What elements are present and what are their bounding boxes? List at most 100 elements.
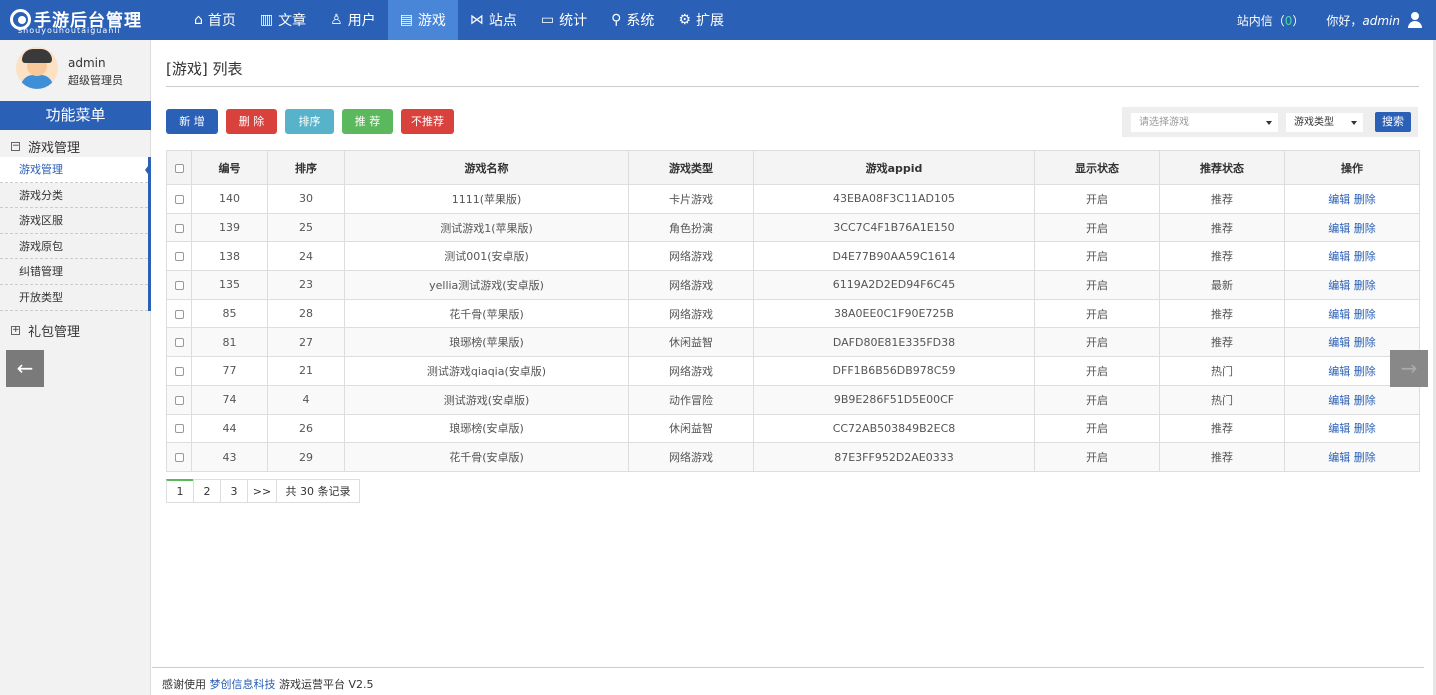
row-checkbox[interactable] — [174, 424, 184, 434]
delete-link[interactable]: 删除 — [1354, 422, 1376, 435]
delete-link[interactable]: 删除 — [1354, 308, 1376, 321]
sort-button[interactable]: 排序 — [285, 109, 334, 134]
title-divider — [166, 86, 1419, 87]
table-row[interactable]: 43 29 花千骨(安卓版) 网络游戏 87E3FF952D2AE0333 开启 推荐 编辑 … — [166, 442, 1420, 472]
column-header[interactable]: 编号 — [191, 150, 268, 185]
page-2-button[interactable]: 2 — [193, 479, 221, 503]
nav-item-4[interactable]: ⋈ 站点 — [458, 0, 529, 40]
column-header[interactable]: 排序 — [267, 150, 345, 185]
page-3-button[interactable]: 3 — [220, 479, 248, 503]
messages-link[interactable]: 站内信（0） — [1237, 12, 1305, 29]
menu-group-header-gifts[interactable]: + 礼包管理 — [0, 319, 151, 341]
add-button[interactable]: 新 增 — [166, 109, 218, 134]
collapse-icon[interactable]: − — [11, 141, 20, 151]
cell-type: 网络游戏 — [628, 270, 754, 300]
edit-link[interactable]: 编辑 — [1328, 451, 1350, 464]
delete-link[interactable]: 删除 — [1354, 336, 1376, 349]
logo[interactable]: 手游后台管理 shouyouhoutaiguanli — [10, 6, 152, 36]
game-select[interactable]: 请选择游戏 — [1131, 113, 1278, 132]
table-row[interactable]: 74 4 测试游戏(安卓版) 动作冒险 9B9E286F51D5E00CF 开启 热门 编辑 … — [166, 384, 1420, 415]
sidebar-sub-item[interactable]: 游戏原包 — [0, 234, 148, 260]
delete-link[interactable]: 删除 — [1354, 250, 1376, 263]
table-row[interactable]: 81 27 琅琊榜(苹果版) 休闲益智 DAFD80E81E335FD38 开启 推荐 编辑 … — [166, 327, 1420, 358]
menu-group-header-games[interactable]: − 游戏管理 — [0, 135, 151, 157]
menu-group-gifts: + 礼包管理 — [0, 319, 151, 341]
sidebar-sub-item[interactable]: 开放类型 — [0, 285, 148, 311]
row-checkbox[interactable] — [174, 338, 184, 348]
edit-link[interactable]: 编辑 — [1328, 250, 1350, 263]
user-profile-icon[interactable] — [1408, 12, 1422, 28]
edit-link[interactable]: 编辑 — [1328, 336, 1350, 349]
delete-link[interactable]: 删除 — [1354, 193, 1376, 206]
nav-item-2[interactable]: ♙ 用户 — [318, 0, 388, 40]
row-checkbox[interactable] — [174, 223, 184, 233]
row-checkbox[interactable] — [174, 252, 184, 262]
column-header[interactable]: 游戏名称 — [344, 150, 629, 185]
nav-item-label: 用户 — [347, 13, 376, 29]
arrow-left-icon[interactable]: ← — [6, 350, 44, 387]
table-row[interactable]: 85 28 花千骨(苹果版) 网络游戏 38A0EE0C1F90E725B 开启 推荐 编辑 … — [166, 298, 1420, 329]
select-all-checkbox[interactable] — [174, 163, 184, 173]
username[interactable]: admin — [1362, 14, 1400, 28]
cell-rec: 推荐 — [1159, 241, 1285, 272]
nav-item-3[interactable]: ▤ 游戏 — [387, 0, 458, 40]
sidebar-sub-item[interactable]: 游戏分类 — [0, 183, 148, 209]
table-row[interactable]: 135 23 yellia测试游戏(安卓版) 网络游戏 6119A2D2ED94F6C4… — [166, 270, 1420, 300]
footer-company-link[interactable]: 梦创信息科技 — [210, 678, 276, 691]
column-header[interactable]: 游戏类型 — [628, 150, 754, 185]
sidebar-sub-item[interactable]: 纠错管理 — [0, 259, 148, 285]
cell-type: 网络游戏 — [628, 298, 754, 329]
table-row[interactable]: 139 25 测试游戏1(苹果版) 角色扮演 3CC7C4F1B76A1E150 开启 推荐… — [166, 212, 1420, 243]
avatar[interactable] — [16, 47, 58, 89]
delete-button[interactable]: 删 除 — [226, 109, 277, 134]
edit-link[interactable]: 编辑 — [1328, 222, 1350, 235]
cell-appid: 43EBA08F3C11AD105 — [753, 184, 1035, 214]
sidebar-sub-item[interactable]: 游戏区服 — [0, 208, 148, 234]
table-row[interactable]: 140 30 1111(苹果版) 卡片游戏 43EBA08F3C11AD105 开启 推荐编… — [166, 184, 1420, 214]
nav-item-6[interactable]: ⚲ 系统 — [599, 0, 666, 40]
unrecommend-button[interactable]: 不推荐 — [401, 109, 454, 134]
column-header[interactable]: 显示状态 — [1034, 150, 1160, 185]
next-page-button[interactable]: >> — [247, 479, 277, 503]
delete-link[interactable]: 删除 — [1354, 279, 1376, 292]
edit-link[interactable]: 编辑 — [1328, 365, 1350, 378]
row-checkbox[interactable] — [174, 309, 184, 319]
expand-icon[interactable]: + — [11, 325, 20, 335]
edit-link[interactable]: 编辑 — [1328, 422, 1350, 435]
search-button[interactable]: 搜索 — [1375, 112, 1411, 132]
row-checkbox[interactable] — [174, 194, 184, 204]
table-row[interactable]: 77 21 测试游戏qiaqia(安卓版) 网络游戏 DFF1B6B56DB978C59… — [166, 356, 1420, 386]
nav-item-label: 扩展 — [695, 13, 724, 29]
cell-id: 43 — [191, 442, 268, 472]
cell-show: 开启 — [1034, 442, 1160, 472]
edit-link[interactable]: 编辑 — [1328, 279, 1350, 292]
edit-link[interactable]: 编辑 — [1328, 193, 1350, 206]
recommend-button[interactable]: 推 荐 — [342, 109, 393, 134]
bar-chart-icon: ▥ — [259, 12, 274, 28]
sidebar-sub-item[interactable]: 游戏管理 — [0, 157, 151, 183]
game-type-select[interactable]: 游戏类型 — [1286, 113, 1363, 132]
table-row[interactable]: 138 24 测试001(安卓版) 网络游戏 D4E77B90AA59C1614 开启 推荐… — [166, 241, 1420, 272]
nav-item-1[interactable]: ▥ 文章 — [248, 0, 318, 40]
arrow-right-icon[interactable]: → — [1390, 350, 1428, 387]
page-1-button[interactable]: 1 — [166, 479, 194, 503]
row-checkbox[interactable] — [174, 395, 184, 405]
nav-item-7[interactable]: ⚙ 扩展 — [666, 0, 736, 40]
nav-item-0[interactable]: ⌂ 首页 — [182, 0, 248, 40]
row-checkbox[interactable] — [174, 453, 184, 463]
delete-link[interactable]: 删除 — [1354, 451, 1376, 464]
table-row[interactable]: 44 26 琅琊榜(安卓版) 休闲益智 CC72AB503849B2EC8 开启 推荐 编辑 … — [166, 413, 1420, 444]
user-area: 站内信（0） 你好，admin — [1237, 0, 1422, 40]
delete-link[interactable]: 删除 — [1354, 222, 1376, 235]
nav-item-5[interactable]: ▭ 统计 — [529, 0, 599, 40]
cell-appid: 38A0EE0C1F90E725B — [753, 298, 1035, 329]
column-header[interactable]: 游戏appid — [753, 150, 1035, 185]
edit-link[interactable]: 编辑 — [1328, 394, 1350, 407]
delete-link[interactable]: 删除 — [1354, 365, 1376, 378]
column-header[interactable]: 推荐状态 — [1159, 150, 1285, 185]
row-checkbox[interactable] — [174, 366, 184, 376]
edit-link[interactable]: 编辑 — [1328, 308, 1350, 321]
cell-id: 77 — [191, 356, 268, 386]
row-checkbox[interactable] — [174, 280, 184, 290]
delete-link[interactable]: 删除 — [1354, 394, 1376, 407]
